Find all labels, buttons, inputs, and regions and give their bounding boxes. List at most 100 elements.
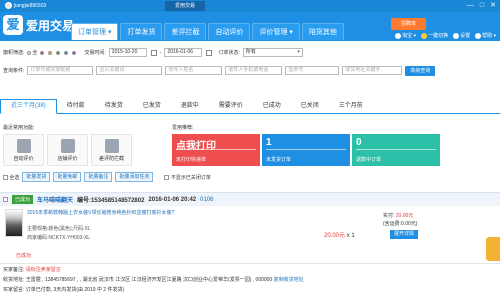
address-input[interactable]: 收货地址关键字: [342, 66, 403, 75]
user-info[interactable]: jiangjie890303: [5, 2, 46, 9]
tab-pending-payment[interactable]: 待付款: [57, 100, 95, 113]
query-label: 查询条件:: [3, 68, 25, 74]
flag-filter-label: 旗帜筛选:: [3, 50, 25, 56]
maximize-button[interactable]: □: [480, 1, 484, 10]
order-status-select[interactable]: 所有: [242, 48, 303, 57]
order-count[interactable]: 0106: [200, 197, 213, 203]
title-bar: jiangjie890303 爱用交易 — □ ✕: [0, 0, 500, 12]
avatar: [5, 2, 12, 9]
checkbox-icon: [164, 174, 170, 180]
tab-need-review[interactable]: 需要评价: [209, 100, 253, 113]
tab-older[interactable]: 三个月前: [329, 100, 373, 113]
nav-print-ship[interactable]: 打单发货: [120, 23, 163, 40]
keyword-input[interactable]: 宝贝关键词: [96, 66, 163, 75]
logo-text: 爱用交易: [26, 18, 75, 33]
flag-purple[interactable]: [72, 50, 77, 55]
flag-green-icon: [56, 50, 61, 55]
filter-row-1: 旗帜筛选: 全 交易时间: 2015-10-20 - 2016-01-06 订单…: [0, 46, 500, 59]
order-row: 2015冬季新款韩版上衣女装V领长袖修身纯色针织显瘦打底衫女装T 主要规格:颜色…: [0, 206, 500, 264]
filter-row-2: 查询条件: 订单号或买家昵称 宝贝关键词 收件人姓名 收件人手机或电话 运单号 …: [0, 64, 500, 77]
card-print-waybill[interactable]: 点我打印 未打印快递单: [172, 134, 260, 166]
tab-closed[interactable]: 已关闭: [291, 100, 329, 113]
tab-shipped[interactable]: 已发货: [133, 100, 171, 113]
calendar-icon[interactable]: [206, 49, 213, 56]
flag-purple-icon: [72, 50, 77, 55]
nav-review-manage[interactable]: 评价管理 ▾: [252, 23, 300, 40]
flag-blue[interactable]: [64, 50, 69, 55]
quick-shop-review[interactable]: 店铺评价: [47, 134, 88, 166]
nav-bad-review-block[interactable]: 差评拦截: [164, 23, 207, 40]
flag-blue-icon: [64, 50, 69, 55]
settings-link[interactable]: 设置: [453, 32, 470, 39]
flag-all[interactable]: 全: [27, 49, 37, 56]
product-title[interactable]: 2015冬季新款韩版上衣女装V领长袖修身纯色针织显瘦打底衫女装T: [27, 210, 237, 217]
close-button[interactable]: ✕: [490, 1, 496, 10]
tab-pending-shipment[interactable]: 待发货: [95, 100, 133, 113]
seller-message-link[interactable]: 请标注卖家留言: [26, 267, 61, 273]
flag-green[interactable]: [56, 50, 61, 55]
batch-free-shipping-button[interactable]: 批量免邮: [53, 172, 82, 182]
shop-name[interactable]: 车马喵喵翻天: [37, 195, 73, 204]
trade-time-label: 交易时间:: [84, 50, 106, 56]
copy-address-link[interactable]: 复制收货地址: [274, 277, 304, 283]
receiver-phone-input[interactable]: 收件人手机或电话: [225, 66, 283, 75]
quick-auto-review[interactable]: 自动评价: [3, 134, 44, 166]
nav-order-manage[interactable]: 订单管理 ▾: [71, 23, 119, 40]
gear-icon: [453, 32, 460, 39]
flag-yellow[interactable]: [48, 50, 53, 55]
order-no-input[interactable]: 订单号或买家昵称: [27, 66, 94, 75]
gift-button[interactable]: 招聘单: [391, 18, 426, 30]
order-header: 已成功 车马喵喵翻天 编号:1534585148572802 2016-01-0…: [0, 192, 500, 206]
recommend-cards: 点我打印 未打印快递单 1 未发货订单 0 退款中订单: [172, 134, 440, 166]
calendar-icon[interactable]: [150, 49, 157, 56]
product-thumbnail[interactable]: [5, 209, 23, 237]
batch-ship-button[interactable]: 批量发货: [22, 172, 51, 182]
tab-recent-3-months[interactable]: 近三个月(38): [0, 99, 57, 114]
quick-bad-review-block[interactable]: 差评防拦截: [91, 134, 132, 166]
address-line: 收货地址: 王雷霆 , 13845785697 , , 湖北省 武汉市 江汉区 …: [3, 277, 304, 283]
flag-yellow-icon: [48, 50, 53, 55]
card-unshipped[interactable]: 1 未发货订单: [262, 134, 350, 166]
taobao-switch[interactable]: 淘宝 ▾: [395, 32, 416, 39]
unit-price: 20.00元 x 1: [324, 233, 355, 239]
order-checkbox[interactable]: [3, 197, 8, 202]
select-all[interactable]: 全选: [3, 174, 19, 181]
quick-tools: 自动评价 店铺评价 差评防拦截: [3, 134, 132, 166]
floating-side-button[interactable]: [486, 237, 500, 261]
order-state: 已成功: [16, 253, 32, 259]
help-link[interactable]: 帮助 ▾: [475, 32, 496, 39]
app-logo: 爱 爱用交易: [3, 15, 74, 35]
batch-actions: 全选 批量发货 批量免邮 批量备注 批量添加任务 不显示已关闭订单: [3, 172, 211, 182]
block-icon: [104, 139, 119, 153]
date-from-input[interactable]: 2015-10-20: [108, 48, 147, 57]
order-number: 编号:1534585148572802: [77, 198, 145, 204]
card-refunding[interactable]: 0 退款中订单: [352, 134, 440, 166]
payment-info: 实付: 20.00元 (含运费:0.00元): [383, 213, 418, 227]
hide-closed-toggle[interactable]: 不显示已关闭订单: [164, 174, 211, 181]
tab-refunding[interactable]: 退款中: [171, 100, 209, 113]
buyer-note-line: 买家备注: 请标注卖家留言: [3, 267, 61, 273]
taobao-icon: [395, 32, 402, 39]
flag-red[interactable]: [40, 50, 45, 55]
checkbox-icon: [3, 174, 8, 180]
window-controls: — □ ✕: [467, 1, 496, 10]
receiver-name-input[interactable]: 收件人姓名: [165, 66, 223, 75]
date-to-input[interactable]: 2016-01-06: [164, 48, 203, 57]
nav-other[interactable]: 陪货其他: [301, 23, 344, 40]
advanced-search-button[interactable]: 高级查询: [405, 65, 436, 76]
product-spec: 主要规格:颜色(黑色);尺码:XL: [27, 226, 91, 232]
expand-details-button[interactable]: 展开详情: [390, 230, 418, 239]
batch-add-task-button[interactable]: 批量添加任务: [115, 172, 154, 182]
header-tools: 淘宝 ▾ 一键切换 设置 帮助 ▾: [395, 32, 496, 39]
tab-success[interactable]: 已成功: [253, 100, 291, 113]
app-header: 爱 爱用交易 订单管理 ▾ 打单发货 差评拦截 自动评价 评价管理 ▾ 陪货其他…: [0, 12, 500, 41]
tracking-no-input[interactable]: 运单号: [285, 66, 340, 75]
batch-note-button[interactable]: 批量备注: [84, 172, 113, 182]
flag-red-icon: [40, 50, 45, 55]
one-key-switch[interactable]: 一键切换: [421, 32, 448, 39]
flag-icon: [27, 50, 32, 55]
order-status-label: 订单状态:: [218, 50, 240, 56]
main-nav: 订单管理 ▾ 打单发货 差评拦截 自动评价 评价管理 ▾ 陪货其他: [71, 23, 344, 40]
minimize-button[interactable]: —: [467, 1, 474, 10]
nav-auto-review[interactable]: 自动评价: [208, 23, 251, 40]
